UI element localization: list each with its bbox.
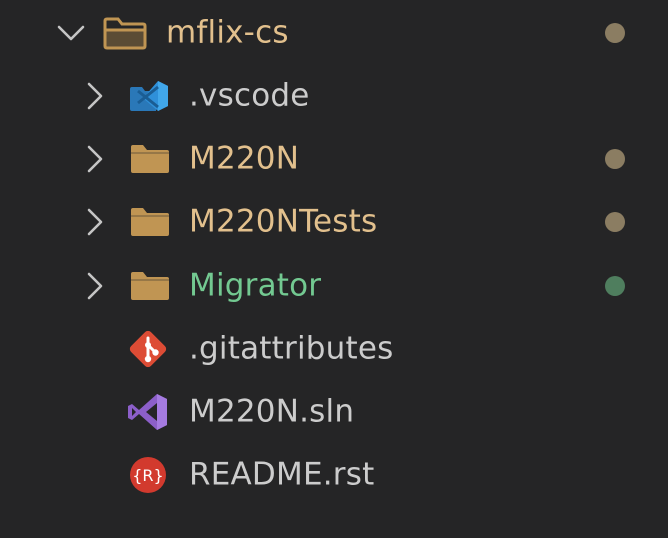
svg-text:{R}: {R} (132, 466, 163, 485)
readme-rst-icon: {R} (130, 456, 166, 493)
untracked-status-dot (605, 275, 625, 296)
git-icon (129, 330, 167, 367)
tree-item-m220ntests[interactable]: M220NTests (0, 190, 668, 253)
tree-item-m220n-sln[interactable]: M220N.sln (0, 380, 668, 443)
folder-icon (131, 144, 169, 173)
folder-icon (131, 271, 169, 300)
tree-item-label: mflix-cs (166, 14, 289, 50)
tree-item-migrator[interactable]: Migrator (0, 254, 668, 317)
tree-item-label: .vscode (189, 77, 310, 113)
file-explorer-tree: mflix-cs .vscode M220N M220NTests Migrat… (0, 0, 668, 538)
vscode-folder-icon (130, 80, 168, 111)
tree-item-label: .gitattributes (189, 330, 394, 366)
modified-status-dot (605, 22, 625, 43)
tree-item-readme-rst[interactable]: {R} README.rst (0, 443, 668, 506)
tree-item-mflix-cs[interactable]: mflix-cs (0, 1, 668, 64)
folder-open-icon (103, 17, 147, 49)
tree-item-label: M220N (189, 140, 300, 176)
chevron-right-icon[interactable] (78, 79, 112, 113)
chevron-down-icon[interactable] (54, 16, 88, 50)
tree-item-m220n[interactable]: M220N (0, 127, 668, 190)
tree-item-label: README.rst (189, 456, 375, 492)
tree-item-label: M220NTests (189, 203, 378, 239)
modified-status-dot (605, 148, 625, 169)
chevron-right-icon[interactable] (78, 205, 112, 239)
folder-icon (131, 207, 169, 236)
chevron-right-icon[interactable] (78, 142, 112, 176)
tree-item-gitattributes[interactable]: .gitattributes (0, 317, 668, 380)
modified-status-dot (605, 211, 625, 232)
tree-item-vscode[interactable]: .vscode (0, 64, 668, 127)
tree-item-label: Migrator (189, 267, 322, 303)
chevron-right-icon[interactable] (78, 269, 112, 303)
tree-item-label: M220N.sln (189, 393, 355, 429)
visual-studio-icon (128, 393, 167, 430)
